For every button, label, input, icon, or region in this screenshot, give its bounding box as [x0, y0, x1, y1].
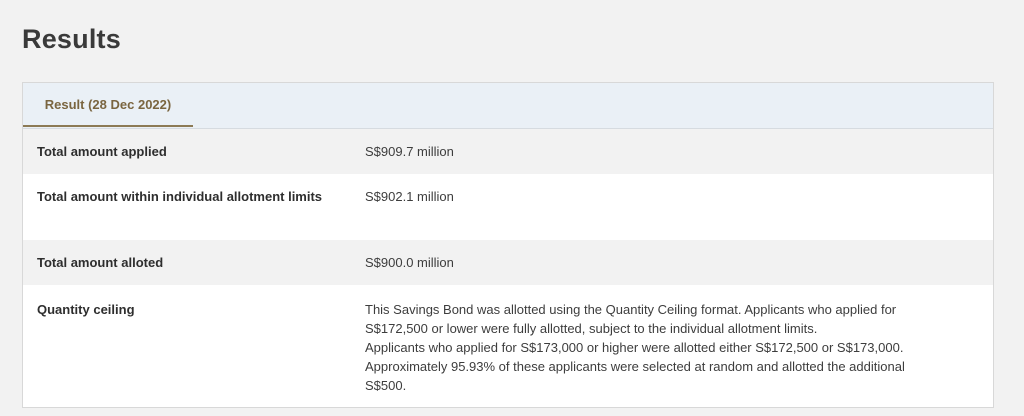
quantity-ceiling-line: S$500.: [365, 378, 407, 393]
results-panel: Result (28 Dec 2022) Total amount applie…: [22, 82, 994, 408]
row-label-quantity-ceiling: Quantity ceiling: [37, 302, 135, 317]
tab-bar: Result (28 Dec 2022): [23, 83, 993, 129]
row-value-total-within-limits: S$902.1 million: [365, 189, 454, 204]
quantity-ceiling-line: This Savings Bond was allotted using the…: [365, 302, 897, 317]
quantity-ceiling-line: Approximately 95.93% of these applicants…: [365, 359, 905, 374]
row-label-total-amount-applied: Total amount applied: [37, 144, 167, 159]
table-row: Quantity ceiling This Savings Bond was a…: [23, 285, 993, 407]
table-row: Total amount within individual allotment…: [23, 174, 993, 240]
row-value-total-amount-applied: S$909.7 million: [365, 144, 454, 159]
table-row: Total amount alloted S$900.0 million: [23, 240, 993, 285]
row-label-total-within-limits: Total amount within individual allotment…: [37, 189, 323, 204]
row-value-quantity-ceiling: This Savings Bond was allotted using the…: [353, 300, 993, 407]
page-title: Results: [22, 24, 121, 54]
quantity-ceiling-line: Applicants who applied for S$173,000 or …: [365, 340, 904, 355]
row-value-total-amount-alloted: S$900.0 million: [365, 255, 454, 270]
row-label-total-amount-alloted: Total amount alloted: [37, 255, 164, 270]
table-row: Total amount applied S$909.7 million: [23, 129, 993, 174]
tab-result-28-dec-2022[interactable]: Result (28 Dec 2022): [23, 83, 193, 127]
quantity-ceiling-line: S$172,500 or lower were fully allotted, …: [365, 321, 818, 336]
